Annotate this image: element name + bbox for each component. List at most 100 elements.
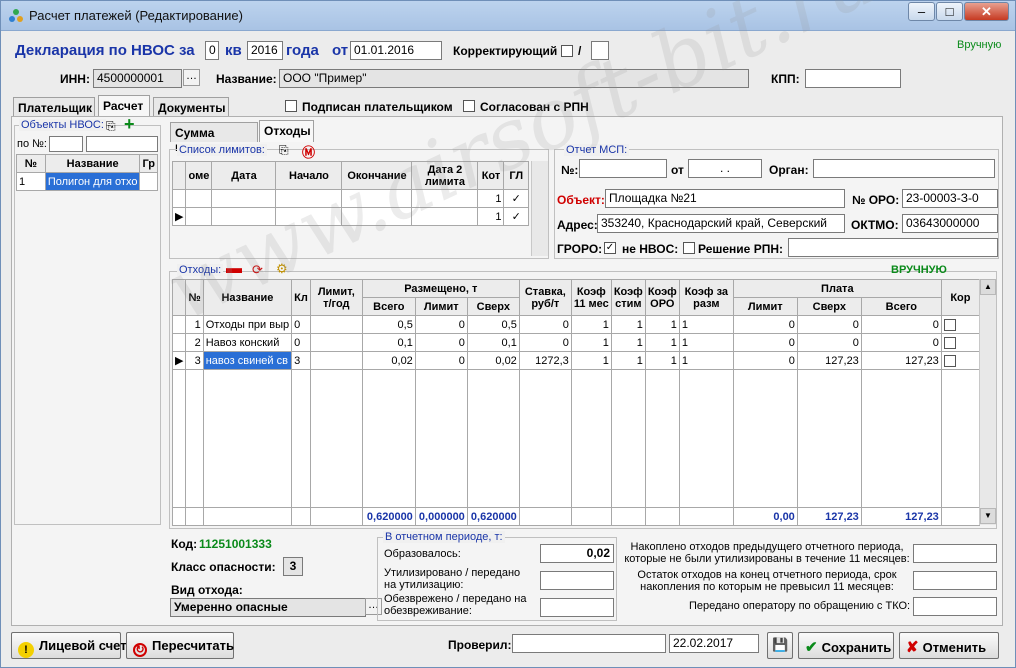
correcting-number-field[interactable] — [591, 41, 609, 60]
table-row[interactable]: 1 ✓ — [171, 189, 529, 208]
waste-title: Отходы: — [177, 264, 224, 276]
table-row[interactable]: ▶ 3 навоз свиней св 3 0,02 0 0,02 1272,3 1 1 1 1 0 12… — [171, 351, 981, 370]
table-row[interactable]: ▶ 1 ✓ — [171, 207, 529, 226]
refresh-icon[interactable]: ⟳ — [252, 262, 263, 278]
col-end: Окончание — [341, 161, 413, 190]
date-field[interactable]: 01.01.2016 — [350, 41, 442, 60]
rpn-decision-label: Решение РПН: — [698, 242, 783, 256]
msp-number-field[interactable] — [579, 159, 667, 178]
tab-wastes[interactable]: Отходы — [259, 120, 314, 142]
table-row[interactable]: 1 Отходы при выр 0 0,5 0 0,5 0 1 1 1 1 0 0 0 — [171, 315, 981, 334]
inn-label: ИНН: — [60, 72, 90, 86]
table-row[interactable]: 2 Навоз конский 0 0,1 0 0,1 0 1 1 1 1 0 0 0 — [171, 333, 981, 352]
copy-icon[interactable]: ⎘ — [106, 119, 116, 134]
table-row[interactable]: 1 Полигон для отхо — [16, 172, 158, 191]
groro-label: ГРОРО: — [557, 242, 603, 256]
objects-title: Объекты НВОС: — [19, 119, 106, 131]
from-label: от — [332, 42, 349, 59]
remainder-field[interactable] — [913, 571, 997, 590]
settings-icon[interactable]: ⚙ — [276, 261, 288, 277]
cancel-button[interactable]: ✘ Отменить — [899, 632, 999, 659]
col-number: оме — [185, 161, 213, 190]
col-name: Название — [44, 154, 141, 173]
recalculate-button[interactable]: ↻ Пересчитать — [126, 632, 234, 659]
inn-picker-button[interactable]: … — [183, 69, 200, 86]
app-icon — [9, 9, 23, 22]
minimize-button[interactable]: – — [908, 2, 935, 21]
msp-date-field[interactable]: . . — [688, 159, 762, 178]
neutralized-field[interactable] — [540, 598, 614, 617]
col-group: Гр — [139, 154, 158, 173]
close-button[interactable]: ✕ — [964, 2, 1009, 21]
year-label: года — [286, 42, 319, 59]
organ-field[interactable] — [813, 159, 995, 178]
correcting-checkbox[interactable] — [561, 45, 573, 57]
declaration-label: Декларация по НВОС за — [15, 42, 195, 59]
year-field[interactable]: 2016 — [247, 41, 283, 60]
disk-icon[interactable]: 💾 — [767, 632, 793, 659]
waste-mode-label: ВРУЧНУЮ — [891, 264, 947, 276]
organ-label: Орган: — [769, 163, 809, 177]
not-nvos-label: не НВОС: — [622, 242, 679, 256]
kpp-label: КПП: — [771, 72, 800, 86]
not-nvos-checkbox[interactable] — [683, 242, 695, 254]
limits-title: Список лимитов: — [177, 144, 267, 156]
utilized-field[interactable] — [540, 571, 614, 590]
title-bar: Расчет платежей (Редактирование) – □ ✕ — [1, 1, 1015, 31]
add-icon[interactable]: + — [124, 114, 135, 135]
tab-documents[interactable]: Документы — [153, 97, 229, 117]
maximize-button[interactable]: □ — [936, 2, 963, 21]
address-label: Адрес: — [557, 218, 598, 232]
object-field[interactable]: Площадка №21 — [605, 189, 845, 208]
check-date-field[interactable]: 22.02.2017 — [669, 634, 759, 653]
name-field[interactable]: ООО "Пример" — [279, 69, 749, 88]
accumulated-field[interactable] — [913, 544, 997, 563]
copy-icon[interactable]: ⎘ — [279, 143, 289, 158]
oro-label: № ОРО: — [852, 193, 900, 207]
signed-checkbox[interactable] — [285, 100, 297, 112]
tko-field[interactable] — [913, 597, 997, 616]
address-field[interactable]: 353240, Краснодарский край, Северский — [597, 214, 845, 233]
warning-icon: ! — [18, 642, 34, 658]
formed-label: Образовалось: — [384, 548, 461, 560]
kor-checkbox[interactable] — [943, 354, 956, 367]
kpp-field[interactable] — [805, 69, 901, 88]
quarter-label: кв — [225, 42, 242, 59]
m-icon[interactable]: Ⓜ — [302, 142, 315, 161]
col-kraz: Коэф за разм — [678, 279, 734, 316]
objects-filter-field[interactable] — [86, 136, 158, 152]
tab-payment-sum[interactable]: Сумма платы — [170, 122, 258, 154]
kor-checkbox[interactable] — [943, 318, 956, 331]
col-gl: ГЛ — [503, 161, 529, 190]
objects-number-field[interactable] — [49, 136, 83, 152]
kor-checkbox[interactable] — [943, 336, 956, 349]
rpn-decision-field[interactable] — [788, 238, 998, 257]
correcting-separator: / — [578, 44, 582, 58]
remainder-label: Остаток отходов на конец отчетного перио… — [637, 569, 897, 593]
objects-number-label: по №: — [17, 138, 47, 150]
minus-icon[interactable]: ▬ — [226, 260, 242, 278]
waste-type-label: Вид отхода: — [171, 583, 243, 597]
col-start: Начало — [275, 161, 343, 190]
formed-field[interactable]: 0,02 — [540, 544, 614, 563]
groro-checkbox[interactable]: ✓ — [604, 242, 616, 254]
msp-title: Отчет МСП: — [564, 144, 630, 156]
main-window: Расчет платежей (Редактирование) – □ ✕ Д… — [0, 0, 1016, 668]
quarter-field[interactable]: 0 — [205, 41, 219, 60]
col-limit: Лимит, т/год — [309, 279, 363, 316]
save-button[interactable]: ✔ Сохранить — [798, 632, 894, 659]
object-label: Объект: — [557, 193, 605, 207]
code-label: Код: — [171, 537, 198, 551]
oro-field[interactable]: 23-00003-З-0 — [902, 189, 998, 208]
account-button[interactable]: ! Лицевой счет — [11, 632, 127, 659]
limits-scrollbar[interactable] — [531, 161, 548, 256]
tab-payer[interactable]: Плательщик — [13, 97, 95, 117]
waste-type-field[interactable]: Умеренно опасные — [170, 598, 366, 617]
inn-field[interactable]: 4500000001 — [93, 69, 182, 88]
agreed-checkbox[interactable] — [463, 100, 475, 112]
col-payment: Плата — [732, 279, 942, 298]
checked-by-field[interactable] — [512, 634, 666, 653]
oktmo-field[interactable]: 03643000000 — [902, 214, 998, 233]
waste-scrollbar[interactable]: ▲ ▼ — [979, 279, 996, 525]
objects-table: № Название Гр 1 Полигон для отхо — [16, 154, 158, 191]
